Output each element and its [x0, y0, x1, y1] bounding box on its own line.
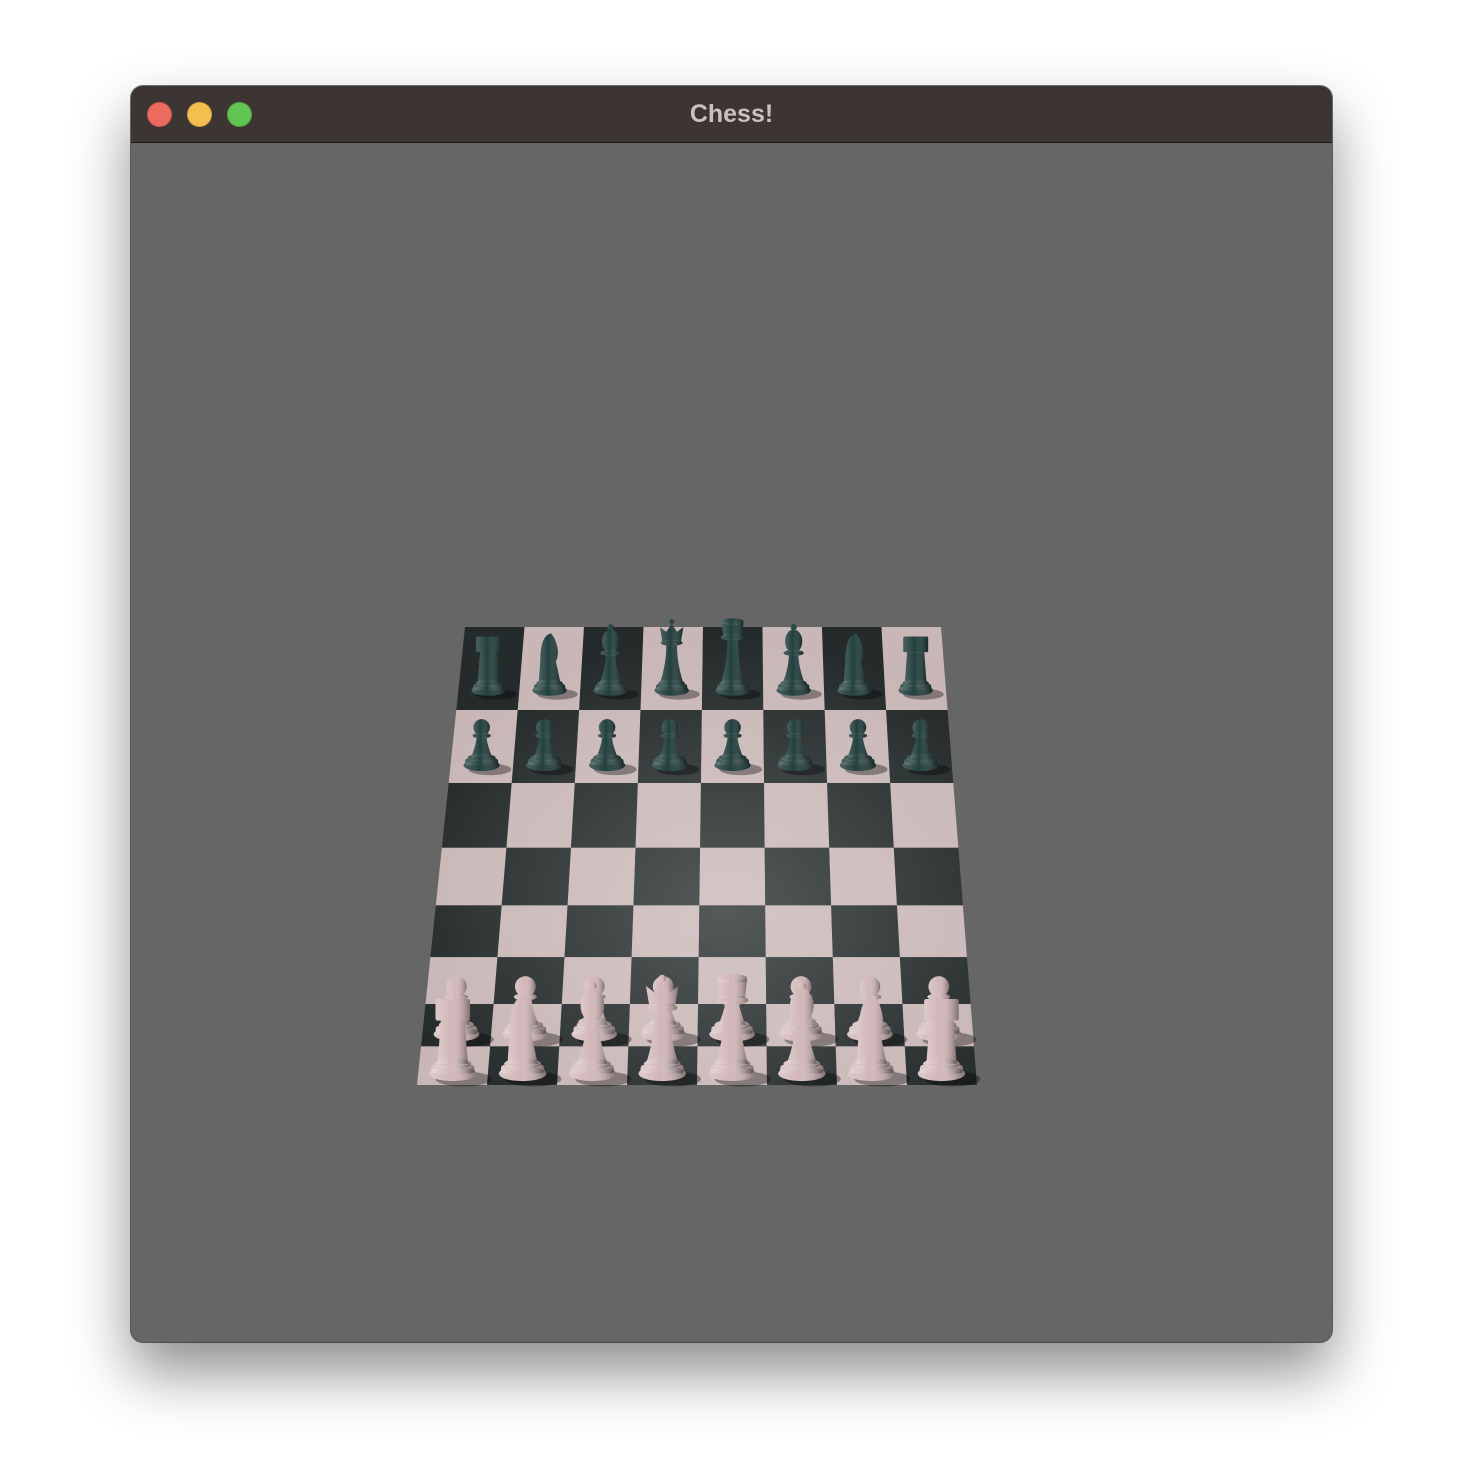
game-viewport[interactable] — [131, 143, 1332, 1342]
app-window: Chess! — [131, 86, 1332, 1342]
minimize-button[interactable] — [187, 102, 212, 127]
zoom-button[interactable] — [227, 102, 252, 127]
window-title: Chess! — [689, 100, 774, 128]
close-button[interactable] — [147, 102, 172, 127]
title-bar[interactable]: Chess! — [131, 86, 1332, 143]
chess-board-scene[interactable] — [131, 143, 1332, 1342]
